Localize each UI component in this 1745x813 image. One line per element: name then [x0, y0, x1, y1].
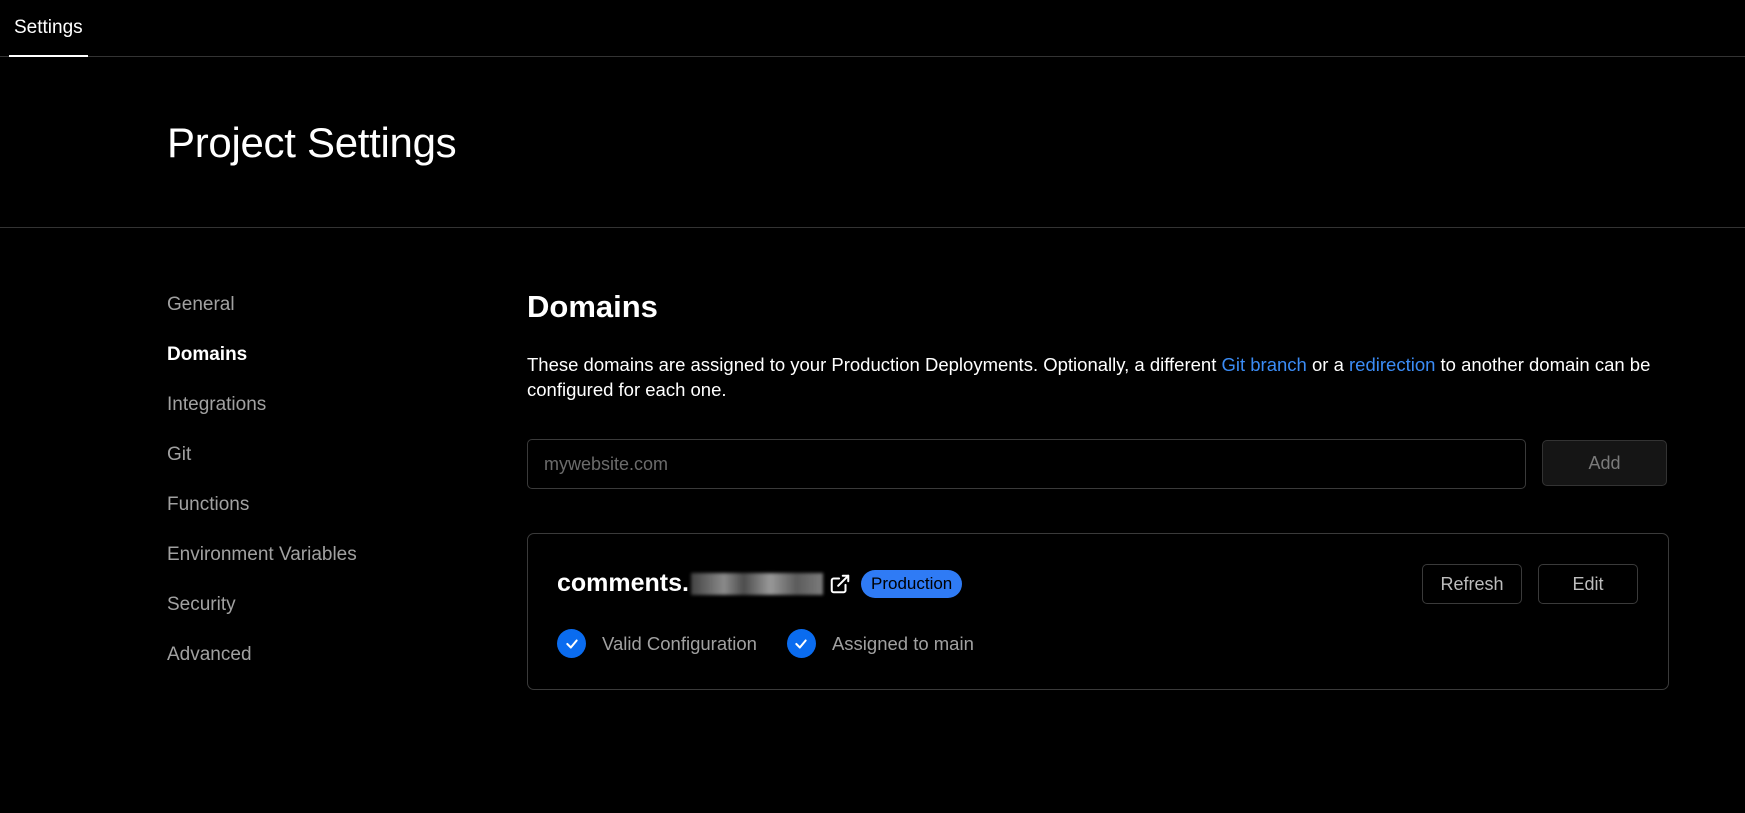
- status-assigned: Assigned to main: [786, 629, 974, 658]
- status-row: Valid Configuration Assigned to main: [557, 629, 1004, 658]
- check-icon: [557, 629, 586, 658]
- domain-name: comments. Production: [557, 569, 963, 598]
- tab-settings[interactable]: Settings: [9, 0, 88, 57]
- git-branch-link[interactable]: Git branch: [1221, 354, 1306, 375]
- sidebar-item-git[interactable]: Git: [167, 444, 467, 494]
- check-icon: [786, 629, 816, 658]
- sidebar-item-functions[interactable]: Functions: [167, 494, 467, 544]
- refresh-button[interactable]: Refresh: [1422, 564, 1522, 604]
- sidebar-item-environment-variables[interactable]: Environment Variables: [167, 544, 467, 594]
- domain-card: comments. Production Refresh Edit Valid …: [527, 533, 1669, 690]
- status-valid-configuration: Valid Configuration: [557, 629, 757, 658]
- external-link-icon[interactable]: [829, 573, 851, 595]
- description-text-1: These domains are assigned to your Produ…: [527, 354, 1222, 375]
- sidebar-item-security[interactable]: Security: [167, 594, 467, 644]
- add-domain-row: Add: [527, 439, 1669, 489]
- description-text-2: or a: [1306, 354, 1350, 375]
- sidebar-item-advanced[interactable]: Advanced: [167, 644, 467, 694]
- sidebar-item-domains[interactable]: Domains: [167, 344, 467, 394]
- domain-input[interactable]: [527, 439, 1526, 489]
- redirection-link[interactable]: redirection: [1349, 354, 1435, 375]
- production-badge: Production: [860, 569, 963, 598]
- page-title: Project Settings: [167, 119, 457, 166]
- redacted-domain: [690, 572, 823, 595]
- domain-prefix[interactable]: comments.: [557, 569, 689, 598]
- status-valid-label: Valid Configuration: [602, 632, 757, 654]
- settings-sidebar: General Domains Integrations Git Functio…: [167, 294, 467, 694]
- add-domain-button[interactable]: Add: [1542, 440, 1667, 486]
- section-title: Domains: [527, 289, 658, 324]
- sidebar-item-general[interactable]: General: [167, 294, 467, 344]
- domains-description: These domains are assigned to your Produ…: [527, 352, 1669, 402]
- edit-button[interactable]: Edit: [1538, 564, 1638, 604]
- domains-section: Domains These domains are assigned to yo…: [527, 289, 1669, 690]
- sidebar-item-integrations[interactable]: Integrations: [167, 394, 467, 444]
- top-navigation: Settings: [0, 0, 1745, 57]
- page-header: Project Settings: [0, 57, 1745, 228]
- status-assigned-label: Assigned to main: [831, 632, 974, 654]
